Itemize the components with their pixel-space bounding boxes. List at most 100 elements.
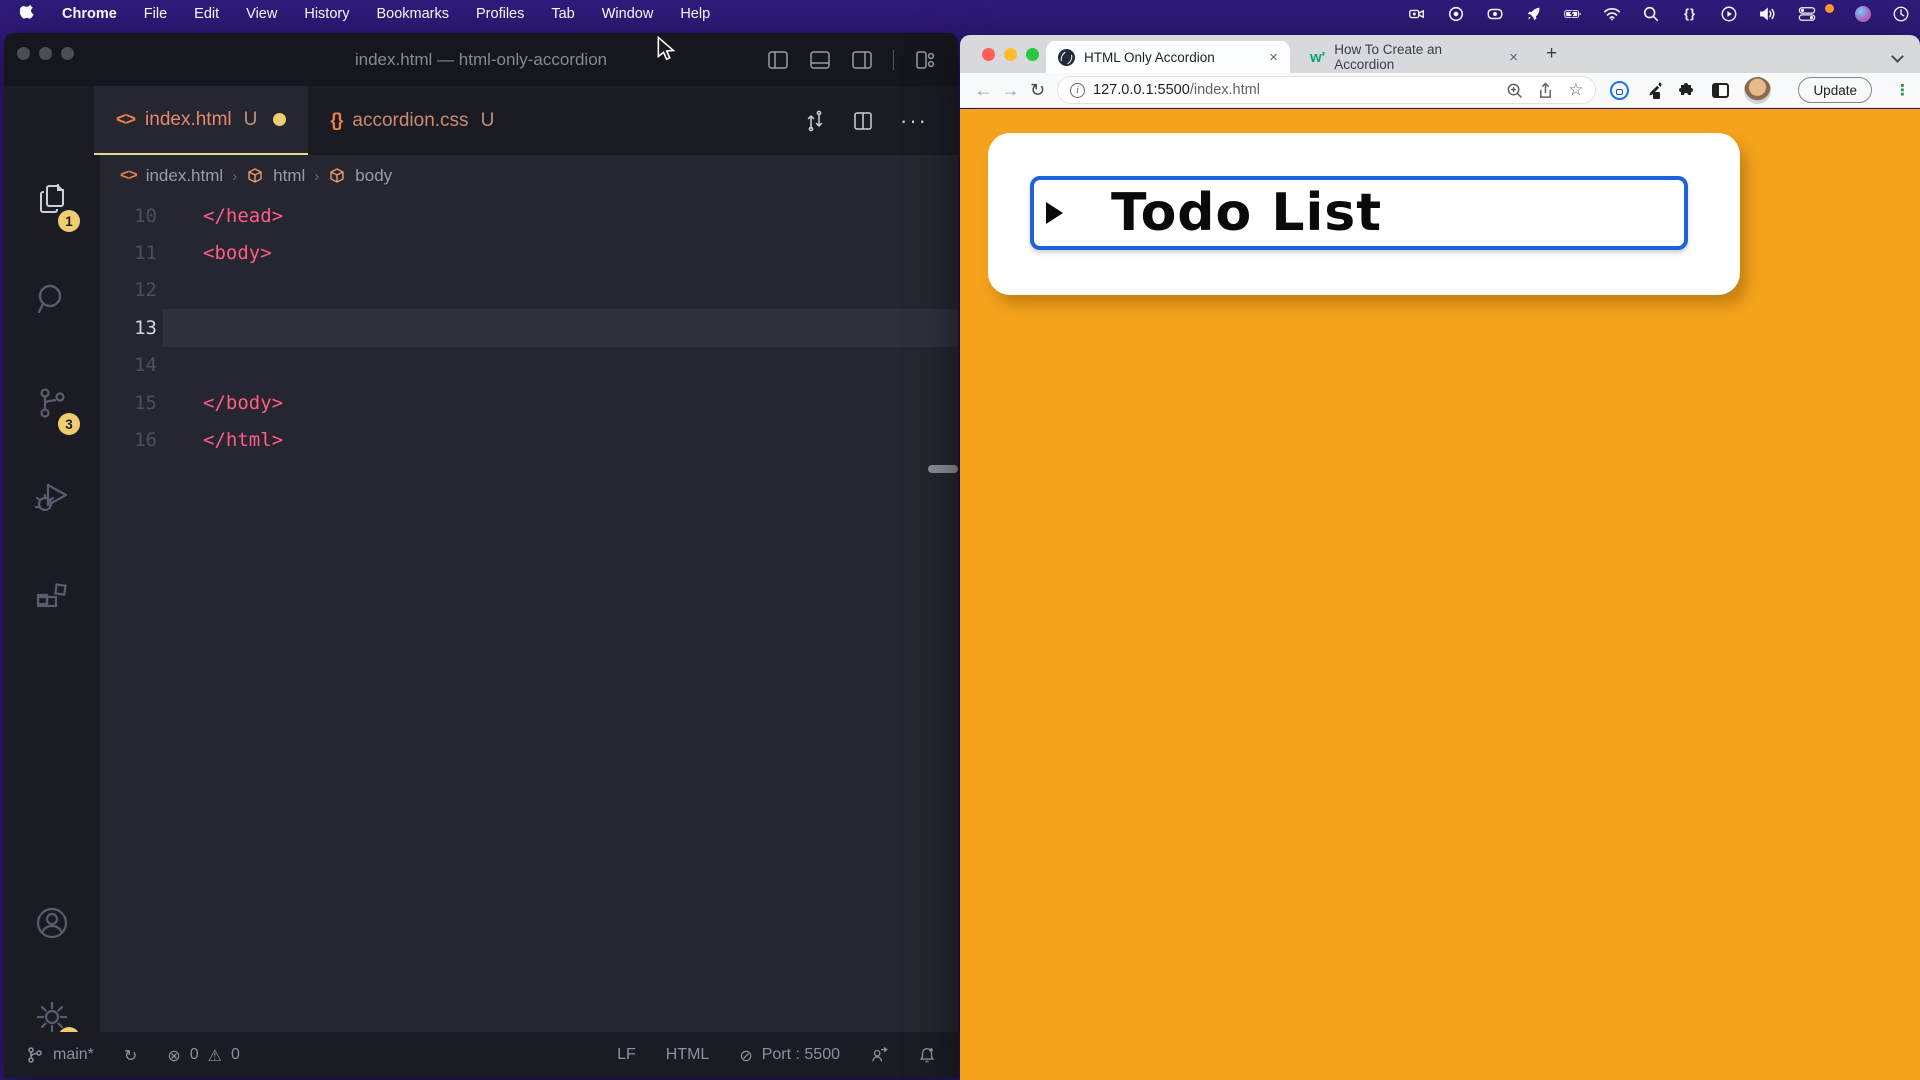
tab-w3schools[interactable]: w' How To Create an Accordion × — [1298, 41, 1530, 73]
more-actions-icon[interactable]: ··· — [900, 108, 928, 134]
accounts-icon[interactable] — [4, 903, 100, 943]
language-indicator[interactable]: HTML — [666, 1046, 710, 1064]
back-icon[interactable]: ← — [970, 80, 997, 101]
chrome-traffic-lights[interactable] — [982, 48, 1039, 61]
menu-item-bookmarks[interactable]: Bookmarks — [376, 6, 449, 22]
extensions-icon[interactable] — [4, 577, 100, 617]
accordion-card: Todo List — [988, 133, 1740, 295]
warning-icon: ⚠ — [208, 1046, 222, 1065]
live-share-icon[interactable] — [870, 1046, 888, 1064]
settings-gear-icon[interactable] — [4, 997, 100, 1037]
tab-git-status: U — [481, 110, 495, 132]
rocket-icon[interactable] — [1525, 5, 1543, 23]
breadcrumb[interactable]: <> index.html › html › body — [100, 155, 958, 197]
color-picker-extension-icon[interactable] — [1644, 81, 1663, 100]
menu-item-help[interactable]: Help — [680, 6, 710, 22]
menu-item-profiles[interactable]: Profiles — [476, 6, 524, 22]
menu-item-view[interactable]: View — [246, 6, 277, 22]
zoom-button[interactable] — [1026, 48, 1039, 61]
record-icon[interactable] — [1447, 5, 1465, 23]
toggle-secondary-sidebar-icon[interactable] — [851, 49, 873, 71]
extensions-puzzle-icon[interactable] — [1678, 81, 1697, 100]
menu-item-history[interactable]: History — [304, 6, 349, 22]
tab-accordion-css[interactable]: {} accordion.css U — [308, 86, 516, 155]
css-file-icon: {} — [330, 110, 342, 131]
profile-avatar[interactable] — [1744, 77, 1771, 104]
menu-item-tab[interactable]: Tab — [551, 6, 574, 22]
share-icon[interactable] — [1537, 82, 1554, 99]
zoom-icon[interactable] — [1506, 82, 1523, 99]
close-tab-icon[interactable]: × — [1509, 49, 1518, 66]
camera-icon[interactable] — [1408, 5, 1426, 23]
tab-overflow-chevron-icon[interactable] — [1893, 48, 1902, 66]
customize-layout-icon[interactable] — [914, 49, 936, 71]
chrome-menu-dots-icon[interactable]: ⋮ — [1895, 81, 1910, 99]
volume-icon[interactable] — [1759, 5, 1777, 23]
error-icon: ⊗ — [167, 1046, 180, 1065]
toggle-panel-icon[interactable] — [809, 49, 831, 71]
close-button[interactable] — [982, 48, 995, 61]
chrome-tab-strip: HTML Only Accordion × w' How To Create a… — [960, 35, 1920, 73]
split-editor-icon[interactable] — [852, 110, 874, 132]
symbol-cube-icon — [246, 167, 264, 185]
breadcrumb-separator: › — [314, 168, 319, 185]
toggle-sidebar-icon[interactable] — [767, 49, 789, 71]
forward-icon[interactable]: → — [997, 80, 1024, 101]
reload-icon[interactable]: ↻ — [1024, 80, 1051, 101]
sync-indicator[interactable]: ↻ — [124, 1046, 137, 1065]
live-server-favicon — [1058, 49, 1075, 66]
status-bar: main* ↻ ⊗ 0 ⚠ 0 LF HTML ⊘ Port : 5500 — [4, 1032, 958, 1078]
play-circle-icon[interactable] — [1720, 5, 1738, 23]
tab-html-only-accordion[interactable]: HTML Only Accordion × — [1046, 41, 1290, 73]
menu-item-file[interactable]: File — [144, 6, 167, 22]
problems-indicator[interactable]: ⊗ 0 ⚠ 0 — [167, 1046, 240, 1065]
minimize-button[interactable] — [1004, 48, 1017, 61]
menu-item-window[interactable]: Window — [602, 6, 654, 22]
battery-charging-icon[interactable] — [1564, 5, 1582, 23]
source-control-badge: 3 — [58, 413, 80, 435]
open-changes-icon[interactable] — [804, 110, 826, 132]
block-icon: ⊘ — [739, 1046, 752, 1065]
url-text[interactable]: 127.0.0.1:5500/index.html — [1093, 82, 1260, 98]
activity-bar: 1 3 1 — [4, 155, 100, 1032]
vscode-title-bar[interactable]: index.html — html-only-accordion — [4, 33, 958, 86]
run-debug-icon[interactable] — [4, 477, 100, 517]
explorer-icon[interactable] — [4, 180, 100, 220]
source-control-icon[interactable] — [4, 383, 100, 423]
siri-icon[interactable] — [1855, 6, 1871, 22]
screen-record-icon[interactable] — [1486, 5, 1504, 23]
accordion-summary[interactable]: Todo List — [1030, 176, 1688, 250]
html-file-icon: <> — [116, 109, 135, 130]
menu-item-edit[interactable]: Edit — [194, 6, 219, 22]
code-braces-icon[interactable]: {} — [1681, 5, 1699, 23]
window-resize-handle[interactable] — [928, 465, 958, 473]
side-panel-icon[interactable] — [1712, 83, 1729, 98]
bookmark-star-icon[interactable]: ☆ — [1568, 80, 1583, 100]
notifications-bell-icon[interactable] — [918, 1046, 936, 1064]
desktop: Chrome File Edit View History Bookmarks … — [0, 0, 1920, 1080]
privacy-extension-icon[interactable] — [1610, 81, 1629, 100]
breadcrumb-body[interactable]: body — [355, 166, 392, 186]
eol-indicator[interactable]: LF — [617, 1046, 636, 1064]
tab-index-html[interactable]: <> index.html U — [94, 86, 308, 155]
breadcrumb-html[interactable]: html — [273, 166, 305, 186]
code-line: 14 — [100, 347, 958, 384]
unsaved-dot-icon[interactable] — [273, 113, 286, 126]
search-icon[interactable] — [4, 279, 100, 319]
address-bar[interactable]: i 127.0.0.1:5500/index.html ☆ — [1057, 76, 1596, 104]
clock-icon[interactable] — [1892, 5, 1910, 23]
apple-menu-icon[interactable] — [20, 5, 35, 22]
live-server-port[interactable]: ⊘ Port : 5500 — [739, 1046, 840, 1065]
menu-item-app[interactable]: Chrome — [62, 6, 117, 22]
site-info-icon[interactable]: i — [1070, 83, 1085, 98]
git-branch-indicator[interactable]: main* — [26, 1046, 94, 1064]
control-center-icon[interactable] — [1798, 5, 1816, 23]
wifi-icon[interactable] — [1603, 5, 1621, 23]
update-button[interactable]: Update — [1798, 77, 1872, 103]
code-editor[interactable]: 10 </head> 11 <body> 12 13 — [100, 197, 958, 1032]
close-tab-icon[interactable]: × — [1269, 49, 1278, 66]
accordion-title: Todo List — [1111, 183, 1382, 243]
spotlight-search-icon[interactable] — [1642, 5, 1660, 23]
breadcrumb-file[interactable]: index.html — [146, 166, 223, 186]
new-tab-icon[interactable]: + — [1546, 43, 1557, 65]
